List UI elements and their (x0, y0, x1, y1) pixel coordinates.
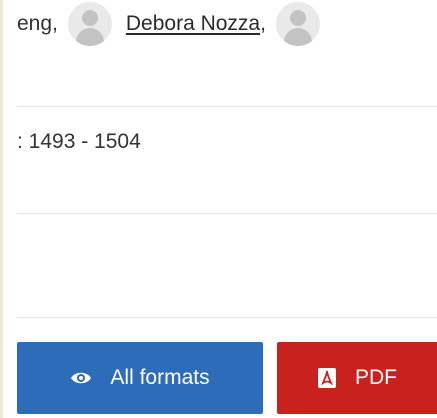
pdf-button[interactable]: PDF (277, 342, 437, 414)
pages-range: : 1493 - 1504 (17, 130, 141, 153)
avatar-head (81, 10, 98, 26)
authors-list: eng, Debora Nozza , (17, 0, 334, 48)
author-link-debora-nozza[interactable]: Debora Nozza (126, 12, 260, 36)
avatar-head (289, 10, 306, 26)
divider (17, 106, 437, 107)
all-formats-button[interactable]: All formats (17, 342, 263, 414)
author-name-partial[interactable]: eng, (17, 12, 58, 36)
author-separator: , (260, 12, 266, 35)
avatar-body (283, 28, 312, 46)
divider (17, 317, 437, 318)
eye-icon (70, 370, 92, 386)
all-formats-label: All formats (110, 366, 210, 389)
avatar-placeholder (275, 2, 320, 46)
avatar-body (75, 28, 104, 46)
pdf-label: PDF (355, 366, 397, 389)
avatar-placeholder (67, 2, 112, 46)
divider (17, 213, 437, 214)
page-left-edge (0, 0, 3, 418)
pdf-icon (317, 367, 337, 389)
